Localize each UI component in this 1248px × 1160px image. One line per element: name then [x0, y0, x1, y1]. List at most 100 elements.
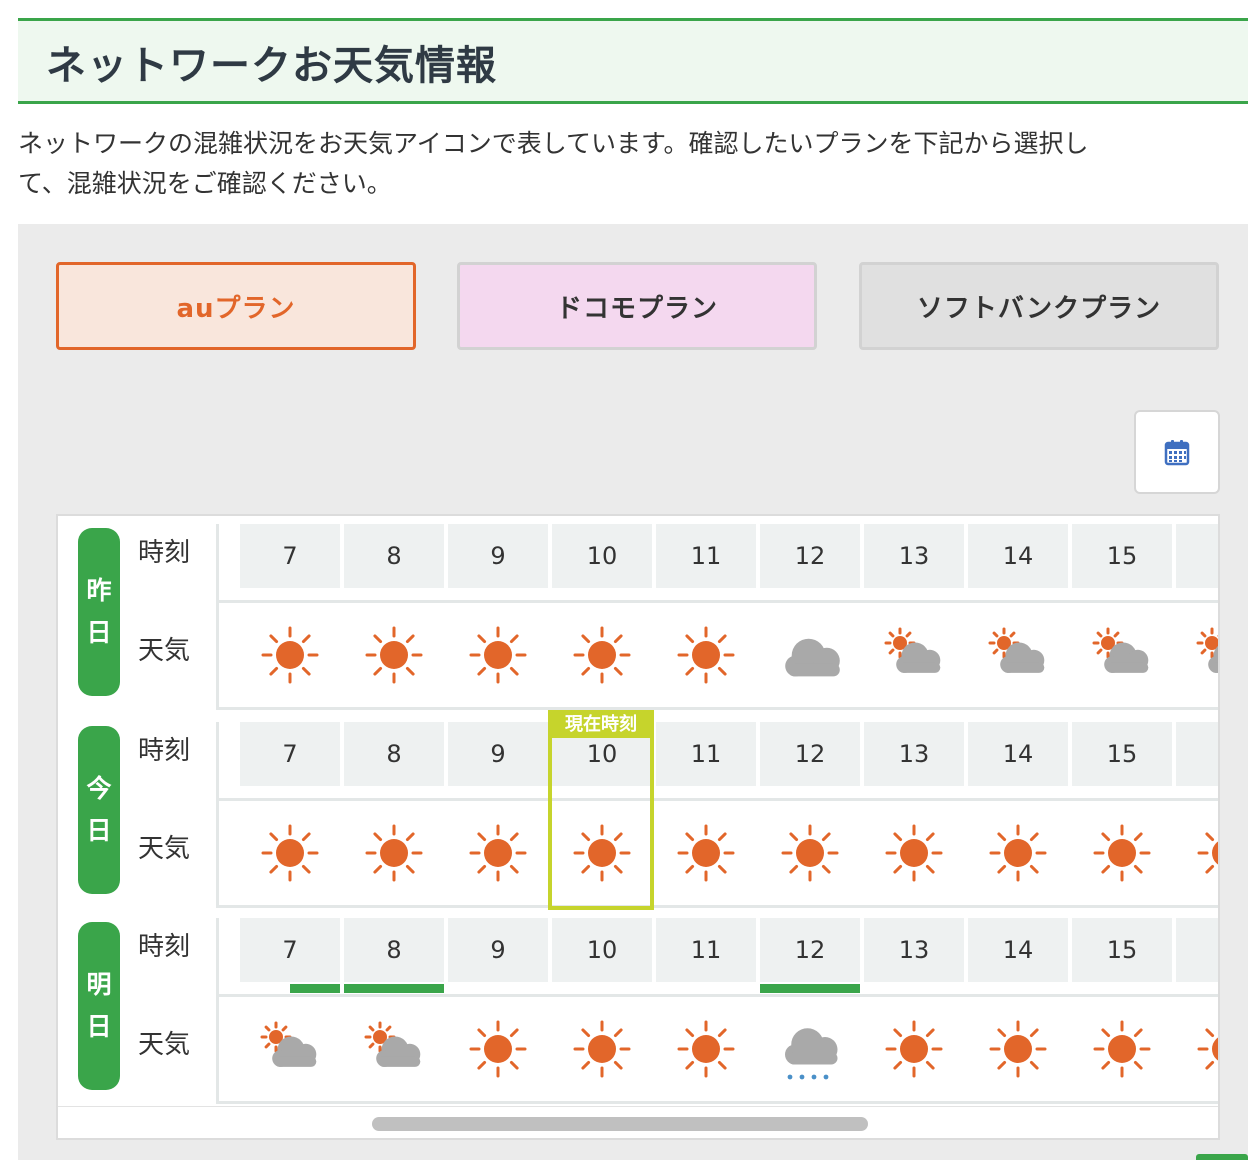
hour-cell: 1	[1176, 722, 1218, 786]
sun-icon	[1176, 997, 1218, 1101]
hour-cell: 14	[968, 722, 1068, 786]
sun-cloud-icon	[1176, 603, 1218, 707]
sun-icon	[344, 801, 444, 905]
sun-icon	[240, 801, 340, 905]
sun-icon	[448, 603, 548, 707]
hour-cell: 11	[656, 722, 756, 786]
page-title: ネットワークお天気情報	[46, 43, 497, 89]
hour-cell: 10	[552, 524, 652, 588]
hour-cell: 9	[448, 918, 548, 982]
hour-grid: 789101112 13 14 15 1	[216, 524, 1218, 710]
hour-cell: 1	[1176, 524, 1218, 588]
day-label: 今日	[78, 726, 120, 894]
hour-cell: 13	[864, 524, 964, 588]
sun-cloud-icon	[864, 603, 964, 707]
grid-divider	[216, 918, 219, 1104]
grid-divider	[216, 524, 219, 710]
hour-cell: 10	[552, 918, 652, 982]
hour-cell: 7	[240, 524, 340, 588]
hour-cell: 1	[1176, 918, 1218, 982]
hour-cell: 15	[1072, 722, 1172, 786]
hour-cell: 14	[968, 524, 1068, 588]
day-label-char: 明	[86, 970, 112, 999]
sun-icon	[552, 603, 652, 707]
sun-cloud-icon	[240, 997, 340, 1101]
sun-icon	[1072, 801, 1172, 905]
row-label-weather: 天気	[138, 636, 191, 666]
hour-cell: 8	[344, 918, 444, 982]
plan-button-au[interactable]: auプラン	[56, 262, 416, 350]
horizontal-scrollbar[interactable]	[58, 1106, 1218, 1138]
hour-cell: 12	[760, 722, 860, 786]
hour-cell: 15	[1072, 918, 1172, 982]
snow-cloud-icon	[760, 997, 860, 1101]
congestion-bar	[290, 984, 340, 993]
day-label-char: 日	[86, 816, 112, 845]
weather-table: 昨日時刻天気789101112 13 14 15 1 今日時刻天気7891011…	[56, 514, 1220, 1140]
hour-cell: 9	[448, 524, 548, 588]
sun-cloud-icon	[344, 997, 444, 1101]
hour-cell: 13	[864, 722, 964, 786]
sun-icon	[760, 801, 860, 905]
row-label-weather: 天気	[138, 834, 191, 864]
hour-grid: 7891011121314151	[216, 722, 1218, 908]
row-label-time: 時刻	[138, 736, 191, 766]
row-label-weather: 天気	[138, 1030, 191, 1060]
hour-cell: 7	[240, 722, 340, 786]
calendar-button[interactable]	[1134, 410, 1220, 494]
sun-icon	[656, 801, 756, 905]
plan-button-softbank[interactable]: ソフトバンクプラン	[859, 262, 1219, 350]
current-time-highlight	[548, 734, 654, 910]
day-label: 昨日	[78, 528, 120, 696]
plan-button-docomo[interactable]: ドコモプラン	[457, 262, 817, 350]
hour-cell: 12	[760, 524, 860, 588]
hour-grid: 7 8 9101112 1314151	[216, 918, 1218, 1104]
grid-divider	[216, 905, 1218, 908]
congestion-bar	[760, 984, 860, 993]
page-top-button[interactable]	[1196, 1154, 1248, 1160]
hour-cell: 7	[240, 918, 340, 982]
hour-cell: 11	[656, 524, 756, 588]
sun-icon	[1072, 997, 1172, 1101]
sun-cloud-icon	[968, 603, 1068, 707]
sun-icon	[656, 603, 756, 707]
sun-icon	[240, 603, 340, 707]
description-line-2: て、混雑状況をご確認ください。	[18, 169, 392, 198]
page-header: ネットワークお天気情報	[18, 18, 1248, 104]
day-label-char: 日	[86, 618, 112, 647]
grid-divider	[216, 1101, 1218, 1104]
day-label: 明日	[78, 922, 120, 1090]
sun-icon	[344, 603, 444, 707]
description: ネットワークの混雑状況をお天気アイコンで表しています。確認したいプランを下記から…	[18, 124, 1233, 204]
weather-panel: auプラン ドコモプラン ソフトバンクプラン 昨日時刻 天気 7 8 9 10 11 12 1…	[18, 224, 1248, 1160]
row-label-time: 時刻	[138, 932, 191, 962]
sun-icon	[864, 801, 964, 905]
sun-icon	[656, 997, 756, 1101]
congestion-bar	[344, 984, 444, 993]
sun-icon	[864, 997, 964, 1101]
sun-icon	[968, 801, 1068, 905]
sun-icon	[448, 801, 548, 905]
day-label-char: 今	[86, 774, 112, 803]
hour-cell: 12	[760, 918, 860, 982]
cloud-icon	[760, 603, 860, 707]
day-label-char: 日	[86, 1012, 112, 1041]
sun-icon	[968, 997, 1068, 1101]
hour-cell: 8	[344, 722, 444, 786]
description-line-1: ネットワークの混雑状況をお天気アイコンで表しています。確認したいプランを下記から…	[18, 129, 1089, 158]
calendar-icon	[1164, 440, 1190, 466]
row-label-time: 時刻	[138, 538, 191, 568]
day-label-char: 昨	[86, 576, 112, 605]
hour-cell: 11	[656, 918, 756, 982]
hour-cell: 9	[448, 722, 548, 786]
hour-cell: 13	[864, 918, 964, 982]
scrollbar-thumb[interactable]	[372, 1117, 868, 1131]
sun-cloud-icon	[1072, 603, 1172, 707]
sun-icon	[1176, 801, 1218, 905]
sun-icon	[552, 997, 652, 1101]
current-time-label: 現在時刻	[548, 710, 654, 736]
grid-divider	[216, 722, 219, 908]
hour-cell: 8	[344, 524, 444, 588]
sun-icon	[448, 997, 548, 1101]
hour-cell: 15	[1072, 524, 1172, 588]
